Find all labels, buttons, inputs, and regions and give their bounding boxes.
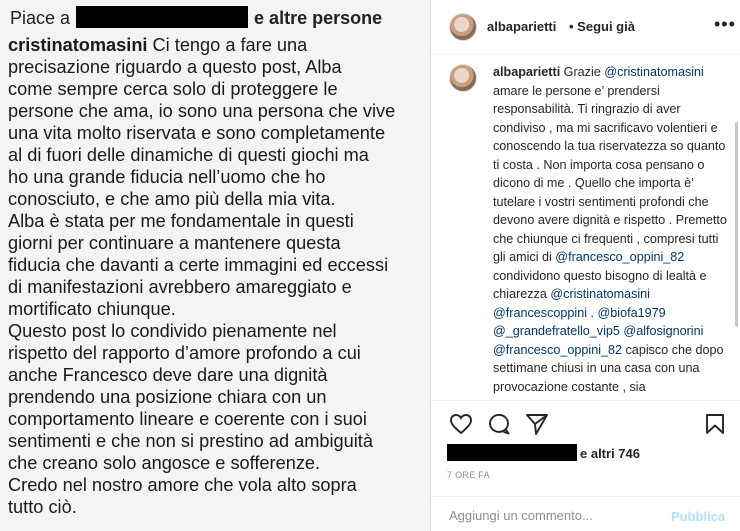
instagram-post-panel: albaparietti • Segui già ••• albapariett…	[430, 0, 740, 531]
mention-link[interactable]: @_grandefratello_vip5	[493, 324, 620, 338]
scrollbar[interactable]	[735, 122, 738, 327]
caption-avatar[interactable]	[449, 64, 477, 92]
heart-icon[interactable]	[449, 413, 473, 435]
comment-screenshot: Piace a e altre persone cristinatomasini …	[0, 0, 430, 531]
comment-input[interactable]	[449, 508, 649, 523]
comment-body: Ci tengo a fare una precisazione riguard…	[8, 35, 396, 517]
post-time: 7 ORE FA	[447, 470, 490, 480]
publish-button[interactable]: Pubblica	[671, 509, 725, 524]
likes-suffix: e altri 746	[580, 446, 640, 461]
likes-prefix: Piace a	[10, 8, 71, 28]
mention-link[interactable]: @francescoppini	[493, 306, 587, 320]
caption-username[interactable]: albaparietti	[493, 65, 560, 79]
likes-count[interactable]: e altri 746	[447, 444, 640, 461]
redacted-name	[76, 6, 249, 28]
caption-text: .	[587, 305, 598, 320]
comment-icon[interactable]	[487, 413, 511, 435]
likes-line: Piace a e altre persone	[10, 6, 382, 29]
bookmark-icon[interactable]	[705, 413, 725, 435]
mention-link[interactable]: @cristinatomasini	[604, 65, 704, 79]
caption-body: Grazie @cristinatomasini amare le person…	[493, 65, 727, 394]
share-icon[interactable]	[525, 413, 549, 435]
redacted-name	[447, 444, 577, 461]
comment-box: Pubblica	[431, 496, 740, 531]
mention-link[interactable]: @alfosignorini	[623, 324, 703, 338]
caption-area: albaparietti Grazie @cristinatomasini am…	[431, 56, 740, 399]
comment-text: cristinatomasini Ci tengo a fare una pre…	[8, 34, 428, 518]
comment-username: cristinatomasini	[8, 35, 148, 55]
avatar[interactable]	[449, 13, 477, 41]
action-bar	[431, 400, 740, 444]
mention-link[interactable]: @biofa1979	[598, 306, 666, 320]
more-icon[interactable]: •••	[714, 14, 736, 35]
caption: albaparietti Grazie @cristinatomasini am…	[493, 63, 728, 396]
mention-link[interactable]: @cristinatomasini	[550, 287, 650, 301]
post-username[interactable]: albaparietti	[487, 19, 556, 34]
likes-suffix: e altre persone	[254, 8, 383, 28]
post-header: albaparietti • Segui già •••	[431, 0, 740, 55]
caption-text: amare le persone e’ prendersi responsabi…	[493, 83, 727, 265]
following-label[interactable]: • Segui già	[569, 19, 635, 34]
mention-link[interactable]: @francesco_oppini_82	[555, 250, 684, 264]
caption-text: Grazie	[560, 65, 605, 79]
mention-link[interactable]: @francesco_oppini_82	[493, 343, 622, 357]
